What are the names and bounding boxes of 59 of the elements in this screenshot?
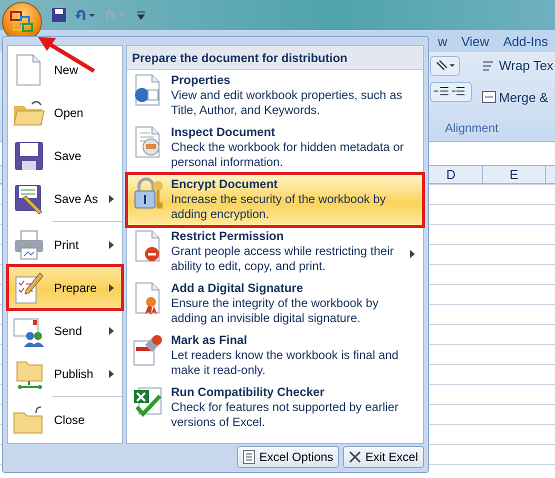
wrap-text-label[interactable]: Wrap Tex [499, 56, 554, 76]
submenu-arrow-icon [109, 194, 114, 202]
submenu-item-description: Grant people access while restricting their ability to edit, copy, and print. [171, 244, 395, 274]
save-icon[interactable] [52, 8, 66, 22]
submenu-arrow-icon [109, 326, 114, 334]
merge-label[interactable]: Merge & [499, 88, 548, 107]
submenu-item-title: Encrypt Document [171, 177, 279, 192]
submenu-item-description: View and edit workbook properties, such as Title, Author, and Keywords. [171, 88, 404, 118]
ribbon-tab[interactable]: w [430, 32, 454, 52]
menu-item[interactable]: Close [8, 398, 122, 441]
submenu-item[interactable]: Run Compatibility Checker Check for features not supported by earlier versions of Excel. [127, 382, 423, 434]
submenu-item-description: Check for features not supported by earlier versions of Excel. [171, 400, 400, 430]
submenu-item-title: Mark as Final [171, 333, 248, 348]
submenu-item-description: Let readers know the workbook is final and make it read-only. [171, 348, 400, 378]
submenu-item[interactable]: Properties View and edit workbook properties, such as Title, Author, and Keywords. [127, 70, 423, 122]
submenu-arrow-icon [109, 240, 114, 248]
menu-item[interactable]: Prepare [8, 266, 122, 309]
merge-cells-icon[interactable] [482, 91, 496, 104]
customize-toolbar-icon[interactable] [137, 10, 145, 20]
submenu-item[interactable]: Mark as Final Let readers know the workbook is final and make it read-only. [127, 330, 423, 382]
menu-item[interactable]: Save As [8, 177, 122, 220]
submenu-item-title: Add a Digital Signature [171, 281, 304, 296]
text-orientation-icon[interactable] [430, 56, 460, 76]
submenu-item-title: Inspect Document [171, 125, 276, 140]
submenu-item-description: Check the workbook for hidden metadata or personal information. [171, 140, 405, 170]
group-label: Alignment [445, 120, 500, 137]
options-icon [243, 450, 256, 464]
submenu-arrow-icon [109, 284, 114, 292]
submenu-item[interactable]: Restrict Permission Grant people access while restricting their ability to edit, copy, and print. [127, 226, 423, 278]
menu-item[interactable]: Save [8, 134, 122, 177]
submenu-item-title: Run Compatibility Checker [171, 385, 326, 400]
indent-icon[interactable] [430, 82, 472, 102]
submenu-arrow-icon [410, 250, 415, 258]
ribbon-tab[interactable]: View [454, 32, 496, 52]
office-logo-icon [10, 11, 34, 33]
submenu-header: Prepare the document for distribution [127, 46, 423, 70]
menu-item[interactable]: Open [8, 91, 122, 134]
menu-item[interactable]: Send [8, 309, 122, 352]
ribbon-tab[interactable]: Add-Ins [496, 32, 555, 52]
undo-icon[interactable] [74, 8, 96, 22]
exit-button[interactable]: Exit Excel [343, 446, 424, 468]
submenu-arrow-icon [109, 370, 114, 378]
submenu-item-title: Restrict Permission [171, 229, 285, 244]
menu-item[interactable]: Publish [8, 352, 122, 395]
menu-item[interactable]: New [8, 48, 122, 91]
submenu-item-description: Ensure the integrity of the workbook by adding an invisible digital signature. [171, 296, 380, 326]
submenu-item-description: Increase the security of the workbook by adding encryption. [171, 192, 387, 222]
close-icon [349, 451, 362, 463]
submenu-item[interactable]: Inspect Document Check the workbook for hidden metadata or personal information. [127, 122, 423, 174]
annotation-arrow [36, 34, 96, 74]
column-header[interactable]: E [483, 166, 546, 183]
options-button[interactable]: Excel Options [237, 446, 340, 468]
printer-icon [12, 228, 46, 262]
document-stamp-icon [131, 333, 165, 367]
wrap-text-icon[interactable] [482, 58, 496, 73]
submenu-item[interactable]: Add a Digital Signature Ensure the integrity of the workbook by adding an invisible digital signature. [127, 278, 423, 330]
submenu-item[interactable]: Encrypt Document Increase the security of the workbook by adding encryption. [127, 174, 423, 226]
menu-item[interactable]: Print [8, 223, 122, 266]
submenu-item-title: Properties [171, 73, 232, 88]
